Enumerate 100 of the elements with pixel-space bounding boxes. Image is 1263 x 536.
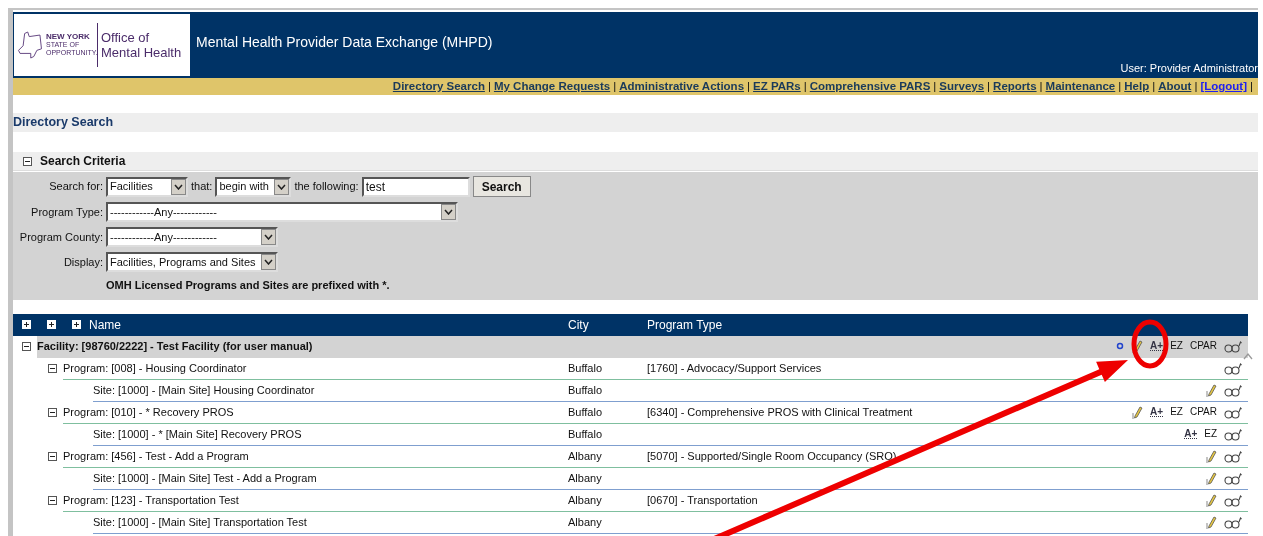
- nav-link[interactable]: Administrative Actions: [619, 77, 745, 96]
- add-link[interactable]: A+: [1184, 429, 1198, 439]
- pencil-icon[interactable]: [1205, 471, 1217, 485]
- collapse-icon[interactable]: [48, 452, 57, 461]
- licensed-note: OMH Licensed Programs and Sites are prefixed with *.: [106, 278, 391, 293]
- field-label: Display:: [62, 254, 103, 270]
- action-link[interactable]: CPAR: [1189, 341, 1217, 351]
- program-name[interactable]: Program: [456] - Test - Add a Program: [63, 447, 568, 465]
- field-label: Program Type:: [30, 204, 103, 220]
- site-name[interactable]: Site: [1000] - [Main Site] Test - Add a Program: [93, 469, 568, 487]
- highlight-circle: [1131, 319, 1169, 369]
- glasses-icon[interactable]: [1224, 515, 1242, 529]
- site-name[interactable]: Site: [1000] - * [Main Site] Recovery PROS: [93, 425, 568, 443]
- column-header: City: [568, 316, 590, 334]
- pencil-icon[interactable]: [1205, 449, 1217, 463]
- user-label: User: Provider Administrator: [1120, 60, 1258, 76]
- column-header: Program Type: [647, 316, 723, 334]
- nav-link[interactable]: Comprehensive PARS: [809, 77, 931, 96]
- separator: |: [1249, 78, 1254, 94]
- app-title: Mental Health Provider Data Exchange (MHPD): [196, 32, 493, 52]
- nav-link[interactable]: [Logout]: [1200, 77, 1247, 96]
- criteria-title: Search Criteria: [40, 153, 126, 170]
- logo-state-text: NEW YORK: [46, 33, 91, 41]
- separator: |: [802, 78, 808, 94]
- nav-link[interactable]: EZ PARs: [753, 77, 801, 96]
- program-county-select[interactable]: ------------Any------------: [106, 227, 278, 247]
- separator: |: [1151, 78, 1157, 94]
- search-button[interactable]: Search: [472, 176, 531, 197]
- add-link[interactable]: A+: [1150, 341, 1164, 351]
- nav-link[interactable]: Maintenance: [1045, 77, 1116, 96]
- scroll-up-icon[interactable]: [1243, 352, 1253, 360]
- site-name[interactable]: Site: [1000] - [Main Site] Transportation Test: [93, 513, 568, 531]
- program-name[interactable]: Program: [010] - * Recovery PROS: [63, 403, 568, 421]
- separator: |: [1193, 78, 1199, 94]
- state-map-icon: [17, 28, 43, 62]
- site-name[interactable]: Site: [1000] - [Main Site] Housing Coordinator: [93, 381, 568, 399]
- search-input[interactable]: test: [361, 176, 470, 197]
- field-label: Search for:: [48, 179, 103, 195]
- display-select[interactable]: Facilities, Programs and Sites: [106, 252, 278, 272]
- collapse-icon[interactable]: [23, 156, 32, 166]
- field-label: the following:: [294, 179, 359, 195]
- city-cell-text: Buffalo: [568, 404, 604, 420]
- glasses-icon[interactable]: [1224, 493, 1242, 507]
- search-for-select[interactable]: Facilities: [106, 176, 188, 197]
- glasses-icon[interactable]: [1224, 449, 1242, 463]
- action-link[interactable]: EZ: [1204, 429, 1217, 439]
- program-type-cell-text: [1760] - Advocacy/Support Services: [647, 360, 823, 376]
- action-link[interactable]: CPAR: [1189, 407, 1217, 417]
- expand-icon[interactable]: [72, 320, 81, 329]
- program-name[interactable]: Program: [008] - Housing Coordinator: [63, 359, 568, 377]
- program-type-cell-text: [5070] - Supported/Single Room Occupancy (SRO): [647, 448, 898, 464]
- expand-icon[interactable]: [47, 320, 56, 329]
- column-header: Name: [88, 316, 122, 334]
- pencil-icon[interactable]: [1205, 383, 1217, 397]
- city-cell-text: Albany: [568, 514, 603, 530]
- pencil-icon[interactable]: [1131, 405, 1144, 419]
- city-cell-text: Buffalo: [568, 382, 604, 398]
- separator: |: [612, 78, 618, 94]
- glasses-icon[interactable]: [1224, 405, 1242, 419]
- nav-link[interactable]: Reports: [993, 77, 1037, 96]
- separator: |: [1038, 78, 1044, 94]
- city-cell-text: Buffalo: [568, 426, 604, 442]
- glasses-icon[interactable]: [1224, 427, 1242, 441]
- program-type-select[interactable]: ------------Any------------: [106, 202, 458, 222]
- nav-link[interactable]: About: [1158, 77, 1192, 96]
- glasses-icon[interactable]: [1224, 383, 1242, 397]
- logo-office-text: Office of Mental Health: [101, 30, 183, 60]
- separator: |: [746, 78, 752, 94]
- match-select[interactable]: begin with: [215, 176, 292, 197]
- program-name[interactable]: Program: [123] - Transportation Test: [63, 491, 568, 509]
- glasses-icon[interactable]: [1224, 471, 1242, 485]
- city-cell-text: Albany: [568, 470, 603, 486]
- separator: |: [986, 78, 992, 94]
- glasses-icon[interactable]: [1224, 361, 1242, 375]
- collapse-icon[interactable]: [48, 408, 57, 417]
- pencil-icon[interactable]: [1205, 493, 1217, 507]
- nav-link[interactable]: Help: [1124, 77, 1150, 96]
- city-cell-text: Buffalo: [568, 360, 604, 376]
- add-link[interactable]: A+: [1150, 407, 1164, 417]
- link-icon[interactable]: [1116, 342, 1125, 350]
- collapse-icon[interactable]: [48, 496, 57, 505]
- nav-link[interactable]: Directory Search: [392, 77, 485, 96]
- facility-name[interactable]: Facility: [98760/2222] - Test Facility (for user manual): [37, 337, 568, 355]
- page-title: Directory Search: [13, 114, 114, 132]
- pencil-icon[interactable]: [1131, 339, 1144, 353]
- nav-link[interactable]: Surveys: [939, 77, 985, 96]
- collapse-icon[interactable]: [22, 342, 31, 351]
- pencil-icon[interactable]: [1205, 515, 1217, 529]
- field-label: Program County:: [18, 229, 103, 245]
- expand-icon[interactable]: [22, 320, 31, 329]
- program-type-cell-text: [0670] - Transportation: [647, 492, 759, 508]
- action-link[interactable]: EZ: [1170, 407, 1183, 417]
- glasses-icon[interactable]: [1224, 339, 1242, 353]
- separator: |: [932, 78, 938, 94]
- program-type-cell-text: [6340] - Comprehensive PROS with Clinical Treatment: [647, 404, 914, 420]
- city-cell-text: Albany: [568, 492, 603, 508]
- field-label: that:: [191, 179, 213, 195]
- nav-link[interactable]: My Change Requests: [493, 77, 611, 96]
- collapse-icon[interactable]: [48, 364, 57, 373]
- action-link[interactable]: EZ: [1170, 341, 1183, 351]
